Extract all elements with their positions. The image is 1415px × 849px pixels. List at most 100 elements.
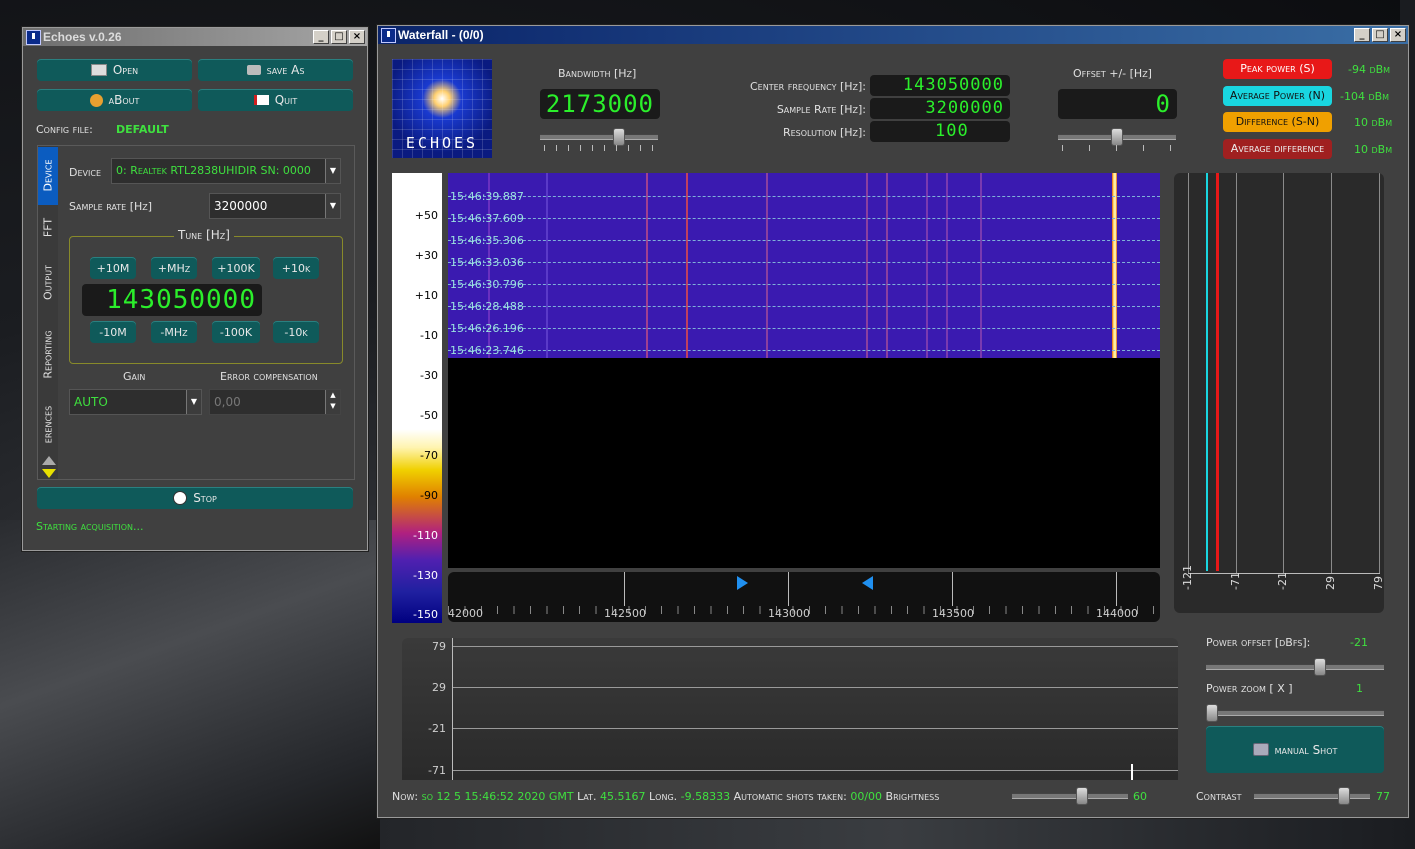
spin-arrows-icon[interactable]: ▲ ▼ <box>325 390 340 414</box>
power-offset-value: -21 <box>1350 636 1368 649</box>
tune-minus-10k-button[interactable]: -10k <box>273 321 319 343</box>
bandwidth-start-marker-icon[interactable] <box>737 576 748 590</box>
now-value: so 12 5 15:46:52 2020 GMT <box>421 790 574 803</box>
sample-rate-select[interactable]: 3200000 ▼ <box>209 193 341 219</box>
bandwidth-slider[interactable] <box>540 128 658 146</box>
sample-rate-value: 3200000 <box>214 199 268 213</box>
scale-label: -150 <box>413 608 438 621</box>
gain-select[interactable]: AUTO ▼ <box>69 389 202 415</box>
maximize-button[interactable]: □ <box>1372 28 1388 42</box>
tune-minus-mhz-button[interactable]: -MHz <box>151 321 197 343</box>
timestamp-line <box>448 350 1160 351</box>
history-axis-label: 29 <box>432 681 446 694</box>
color-scale: +50 +30 +10 -10 -30 -50 -70 -90 -110 -13… <box>392 173 442 623</box>
tune-plus-100k-button[interactable]: +100K <box>212 257 260 279</box>
label: +100K <box>217 261 255 275</box>
slider-handle[interactable] <box>1111 128 1123 146</box>
stop-icon <box>173 491 188 505</box>
timestamp-label: 15:46:23.746 <box>450 344 524 357</box>
save-as-button[interactable]: save As <box>198 59 353 81</box>
echoes-logo: ECHOES <box>392 59 492 158</box>
freq-axis-label: 42000 <box>448 607 483 620</box>
grid-line <box>1188 173 1189 573</box>
timestamp-line <box>448 284 1160 285</box>
open-button[interactable]: Open <box>37 59 192 81</box>
maximize-button[interactable]: □ <box>331 30 347 44</box>
brightness-slider[interactable] <box>1012 787 1128 805</box>
scale-label: -30 <box>420 369 438 382</box>
timestamp-line <box>448 218 1160 219</box>
status-text: Starting acquisition... <box>36 520 144 533</box>
tune-minus-10m-button[interactable]: -10M <box>90 321 136 343</box>
power-axis-label: 29 <box>1324 576 1337 590</box>
desktop-bottom <box>380 815 1415 849</box>
offset-ticks <box>1062 145 1174 151</box>
tab-reporting[interactable]: Reporting <box>38 316 58 394</box>
printer-icon <box>90 64 107 76</box>
tune-plus-10m-button[interactable]: +10M <box>90 257 136 279</box>
signal-stripe <box>946 173 948 358</box>
tab-fft[interactable]: FFT <box>38 206 58 248</box>
quit-button[interactable]: Quit <box>198 89 353 111</box>
contrast-slider[interactable] <box>1254 787 1370 805</box>
timestamp-line <box>448 240 1160 241</box>
signal-stripe-strong <box>1112 173 1117 358</box>
manual-shot-button[interactable]: manual Shot <box>1206 726 1384 773</box>
timestamp-label: 15:46:30.796 <box>450 278 524 291</box>
offset-label: Offset +/- [Hz] <box>1073 67 1152 80</box>
tune-minus-100k-button[interactable]: -100K <box>212 321 260 343</box>
slider-handle[interactable] <box>1206 704 1218 722</box>
contrast-value: 77 <box>1376 790 1390 803</box>
scale-label: +50 <box>414 209 438 222</box>
power-zoom-slider[interactable] <box>1206 704 1384 722</box>
gain-label: Gain <box>123 370 146 383</box>
tab-scroll-down-icon[interactable] <box>42 469 56 478</box>
frequency-ruler[interactable]: 42000 142500 143000 143500 144000 <box>448 572 1160 622</box>
slider-handle[interactable] <box>1338 787 1350 805</box>
tab-scroll-up-icon[interactable] <box>42 456 56 465</box>
tab-device[interactable]: Device <box>38 147 58 205</box>
close-button[interactable]: × <box>349 30 365 44</box>
label: +10k <box>281 261 311 275</box>
waterfall-display[interactable]: 15:46:39.887 15:46:37.609 15:46:35.306 1… <box>448 173 1160 568</box>
ruler-tick <box>788 572 789 606</box>
config-label: Config file: <box>36 123 93 136</box>
waterfall-titlebar[interactable]: Waterfall - (0/0) _ □ × <box>378 26 1408 44</box>
about-button[interactable]: aBout <box>37 89 192 111</box>
label: -100K <box>219 325 253 339</box>
tune-plus-mhz-button[interactable]: +MHz <box>151 257 197 279</box>
camera-icon <box>1252 743 1269 756</box>
minimize-button[interactable]: _ <box>1354 28 1370 42</box>
tune-frequency-display[interactable]: 143050000 <box>82 284 262 316</box>
signal-stripe <box>926 173 928 358</box>
stop-button[interactable]: Stop <box>37 487 353 509</box>
echoes-titlebar[interactable]: Echoes v.0.26 _ □ × <box>23 28 367 46</box>
grid-line <box>1379 173 1380 573</box>
error-comp-spinbox[interactable]: 0,00 ▲ ▼ <box>209 389 341 415</box>
power-axis-label: -71 <box>1229 572 1242 590</box>
power-axis-label: -121 <box>1181 565 1194 590</box>
timestamp-line <box>448 306 1160 307</box>
tune-plus-10k-button[interactable]: +10k <box>273 257 319 279</box>
shots-value: 00/00 <box>850 790 883 803</box>
slider-handle[interactable] <box>1076 787 1088 805</box>
brightness-label: Brightness <box>885 790 940 803</box>
power-axis-label: -21 <box>1276 572 1289 590</box>
tab-preferences[interactable]: erences <box>38 398 58 454</box>
tab-output[interactable]: Output <box>38 250 58 314</box>
legend-peak-power: Peak power (S) <box>1223 59 1332 79</box>
app-icon <box>26 30 41 45</box>
resolution-label: Resolution [Hz]: <box>782 126 866 139</box>
offset-slider[interactable] <box>1058 128 1176 146</box>
close-button[interactable]: × <box>1390 28 1406 42</box>
label: -10k <box>284 325 308 339</box>
slider-handle[interactable] <box>613 128 625 146</box>
history-axis-label: -71 <box>428 764 446 777</box>
chevron-down-icon: ▼ <box>325 194 340 218</box>
device-select[interactable]: 0: Realtek RTL2838UHIDIR SN: 0000 ▼ <box>111 158 341 184</box>
sample-rate-label: Sample Rate [Hz]: <box>776 103 866 116</box>
power-offset-slider[interactable] <box>1206 658 1384 676</box>
slider-handle[interactable] <box>1314 658 1326 676</box>
minimize-button[interactable]: _ <box>313 30 329 44</box>
bandwidth-end-marker-icon[interactable] <box>862 576 873 590</box>
